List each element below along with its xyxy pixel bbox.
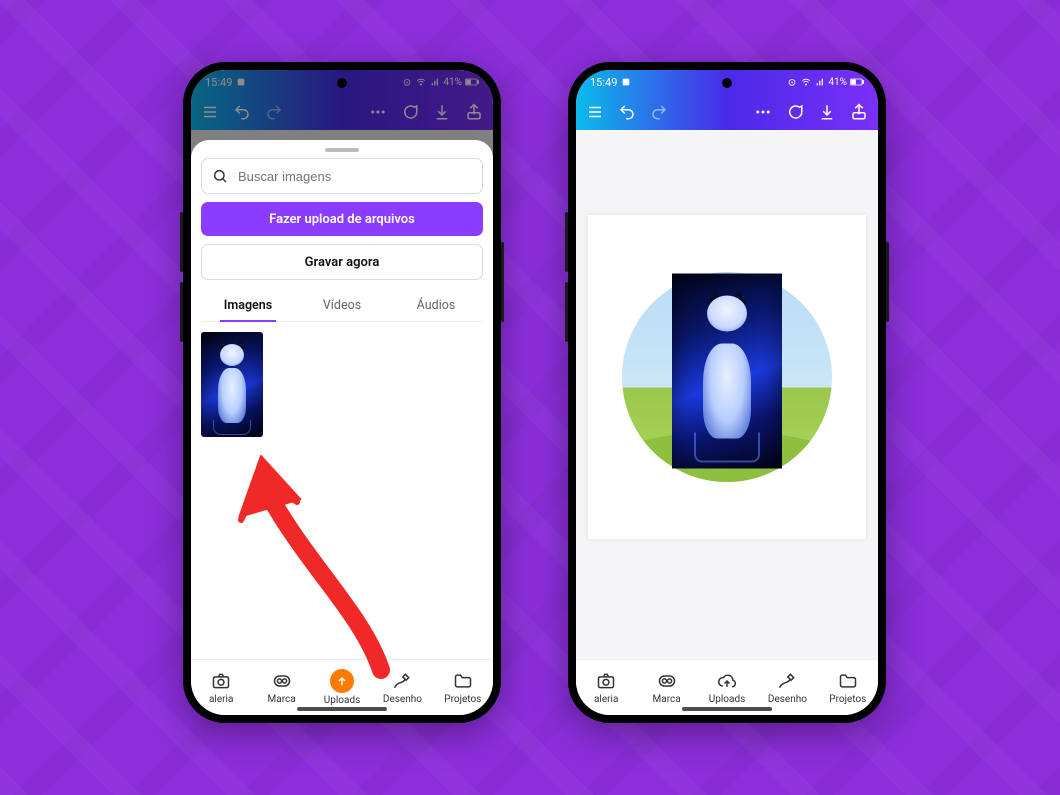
record-now-button[interactable]: Gravar agora [201, 244, 483, 280]
redo-icon[interactable] [265, 103, 283, 121]
camera-icon [595, 670, 617, 692]
undo-icon[interactable] [618, 103, 636, 121]
wifi-icon [800, 77, 812, 87]
uploads-sheet: Fazer upload de arquivos Gravar agora Im… [191, 140, 493, 660]
menu-icon[interactable] [201, 103, 219, 121]
media-type-tabs: Imagens Vídeos Áudios [201, 290, 483, 322]
nav-label: Marca [268, 694, 296, 705]
front-camera [722, 78, 732, 88]
search-icon [212, 168, 228, 184]
tab-label: Imagens [224, 298, 272, 313]
download-icon[interactable] [818, 103, 836, 121]
uploads-icon [330, 669, 354, 693]
alarm-icon [402, 77, 412, 87]
phone-frame-right: 15:49 41% [568, 62, 886, 723]
nav-label: Uploads [709, 694, 745, 705]
clock: 15:49 [205, 76, 232, 89]
comment-icon[interactable] [401, 103, 419, 121]
nav-label: Projetos [829, 694, 866, 705]
tab-images[interactable]: Imagens [201, 290, 295, 321]
nav-gallery[interactable]: aleria [191, 660, 251, 715]
nav-label: Desenho [768, 694, 807, 705]
screen-right: 15:49 41% [576, 70, 878, 715]
battery-percent: 41% [443, 77, 462, 88]
nav-label: aleria [209, 694, 233, 705]
download-icon[interactable] [433, 103, 451, 121]
menu-icon[interactable] [586, 103, 604, 121]
alarm-icon [787, 77, 797, 87]
nav-label: Uploads [324, 695, 360, 706]
draw-icon [776, 670, 798, 692]
tab-label: Vídeos [323, 298, 361, 313]
share-icon[interactable] [465, 103, 483, 121]
brand-icon [656, 670, 678, 692]
battery-percent: 41% [828, 77, 847, 88]
home-indicator[interactable] [682, 707, 772, 711]
sheet-handle[interactable] [325, 148, 359, 152]
search-input[interactable] [236, 168, 472, 185]
share-icon[interactable] [850, 103, 868, 121]
tab-videos[interactable]: Vídeos [295, 290, 389, 321]
nav-label: Marca [653, 694, 681, 705]
app-toolbar [576, 94, 878, 130]
search-field[interactable] [201, 158, 483, 194]
uploads-grid [201, 322, 483, 660]
background: 15:49 41% [0, 0, 1060, 795]
undo-icon[interactable] [233, 103, 251, 121]
redo-icon[interactable] [650, 103, 668, 121]
nav-gallery[interactable]: aleria [576, 660, 636, 715]
nav-projects[interactable]: Projetos [433, 660, 493, 715]
battery-icon [850, 78, 864, 86]
signal-icon [815, 77, 825, 87]
phone-frame-left: 15:49 41% [183, 62, 501, 723]
camera-icon [210, 670, 232, 692]
cat-photo [201, 332, 263, 437]
upload-thumbnail[interactable] [201, 332, 263, 437]
record-now-label: Gravar agora [305, 255, 380, 270]
screen-left: 15:49 41% [191, 70, 493, 715]
nav-label: aleria [594, 694, 618, 705]
volume-down-button [565, 282, 568, 342]
brand-icon [271, 670, 293, 692]
power-button [886, 242, 889, 322]
folder-icon [452, 670, 474, 692]
placed-image[interactable] [672, 274, 782, 469]
notification-icon [236, 77, 246, 87]
volume-down-button [180, 282, 183, 342]
draw-icon [391, 670, 413, 692]
tab-audios[interactable]: Áudios [389, 290, 483, 321]
front-camera [337, 78, 347, 88]
nav-label: Projetos [444, 694, 481, 705]
app-toolbar [191, 94, 493, 130]
volume-up-button [180, 212, 183, 272]
more-icon[interactable] [369, 103, 387, 121]
nav-projects[interactable]: Projetos [818, 660, 878, 715]
tab-label: Áudios [417, 298, 456, 313]
comment-icon[interactable] [786, 103, 804, 121]
home-indicator[interactable] [297, 707, 387, 711]
volume-up-button [565, 212, 568, 272]
battery-icon [465, 78, 479, 86]
folder-icon [837, 670, 859, 692]
clock: 15:49 [590, 76, 617, 89]
cloud-upload-icon [716, 670, 738, 692]
power-button [501, 242, 504, 322]
more-icon[interactable] [754, 103, 772, 121]
upload-files-label: Fazer upload de arquivos [269, 212, 415, 227]
notification-icon [621, 77, 631, 87]
nav-label: Desenho [383, 694, 422, 705]
canvas-page[interactable] [588, 215, 866, 539]
wifi-icon [415, 77, 427, 87]
upload-files-button[interactable]: Fazer upload de arquivos [201, 202, 483, 236]
canvas-area[interactable] [576, 130, 878, 659]
signal-icon [430, 77, 440, 87]
